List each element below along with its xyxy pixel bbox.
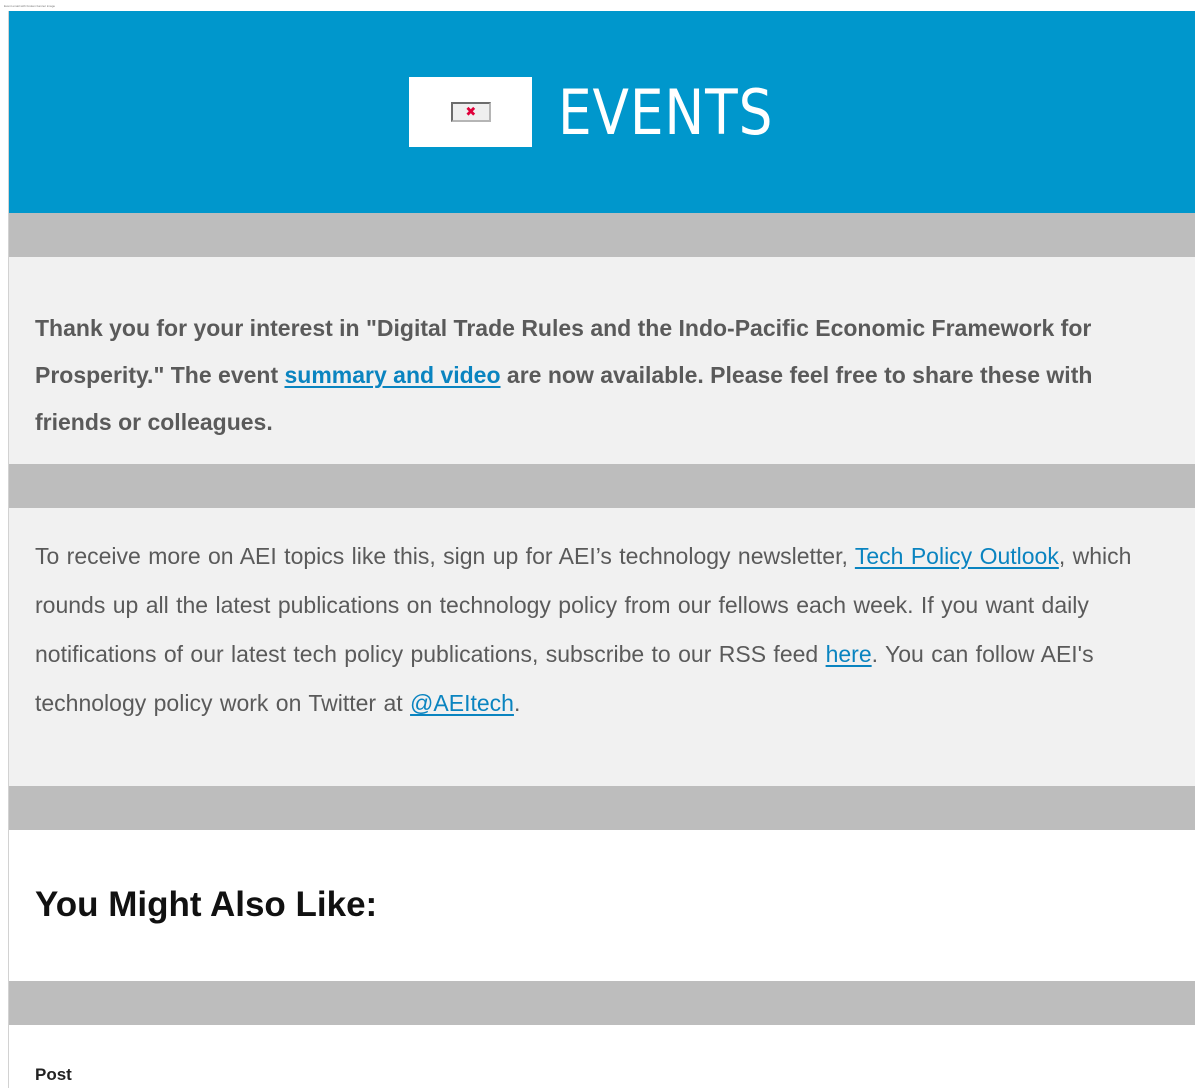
newsletter-paragraph: To receive more on AEI topics like this,…: [35, 532, 1169, 728]
divider: [9, 213, 1195, 257]
intro-paragraph: Thank you for your interest in "Digital …: [35, 305, 1169, 446]
summary-video-link[interactable]: summary and video: [285, 362, 501, 388]
divider: [9, 464, 1195, 508]
divider: [9, 786, 1195, 830]
caption-text: Event email with broken banner image: [4, 4, 56, 8]
email-body: ✖ EVENTS Thank you for your interest in …: [8, 11, 1195, 1088]
tech-policy-outlook-link[interactable]: Tech Policy Outlook: [855, 543, 1059, 569]
banner-title: EVENTS: [558, 75, 774, 149]
divider: [9, 981, 1195, 1025]
newsletter-text: .: [513, 690, 521, 716]
events-banner: ✖ EVENTS: [9, 11, 1195, 213]
broken-image-icon: ✖: [450, 102, 491, 122]
recommendations-heading: You Might Also Like:: [35, 885, 378, 924]
recommendations-header: You Might Also Like:: [9, 830, 1195, 981]
logo-placeholder: ✖: [409, 77, 533, 147]
newsletter-text: To receive more on AEI topics like this,…: [35, 543, 855, 569]
post-type-label: Post: [35, 1065, 72, 1084]
recommendation-item: Post: [9, 1025, 1195, 1088]
newsletter-panel: To receive more on AEI topics like this,…: [9, 508, 1195, 786]
intro-panel: Thank you for your interest in "Digital …: [9, 257, 1195, 464]
twitter-handle-link[interactable]: @AEItech: [410, 690, 514, 716]
rss-here-link[interactable]: here: [826, 641, 872, 667]
